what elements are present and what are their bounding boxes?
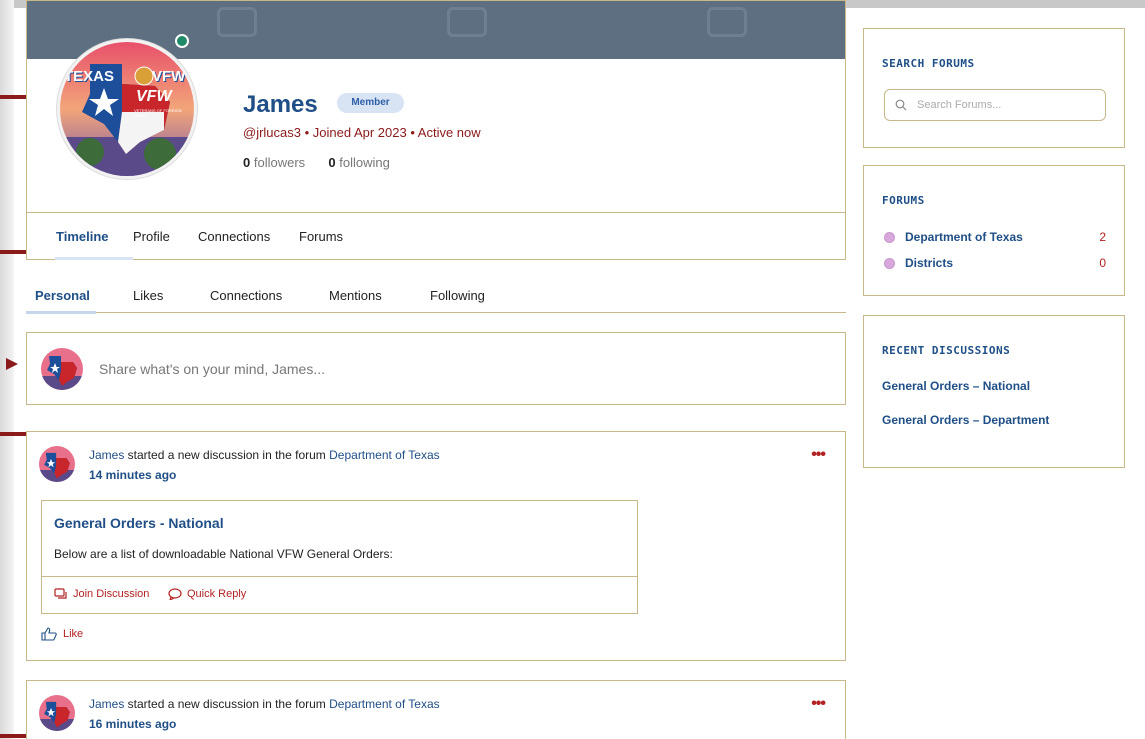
subtab-connections[interactable]: Connections xyxy=(210,288,282,303)
left-edge-marker xyxy=(0,95,28,99)
recent-discussion-link[interactable]: General Orders – Department xyxy=(882,413,1049,427)
forum-icon xyxy=(884,231,895,243)
subtab-mentions[interactable]: Mentions xyxy=(329,288,382,303)
profile-name: James xyxy=(243,91,318,118)
activity-forum-link[interactable]: Department of Texas xyxy=(329,448,440,462)
activity-description: James started a new discussion in the fo… xyxy=(89,697,440,711)
left-edge-marker xyxy=(0,734,28,738)
whats-new-box[interactable]: Share what's on your mind, James... xyxy=(26,332,846,405)
activity-item: James started a new discussion in the fo… xyxy=(26,431,846,661)
avatar-mini-logo xyxy=(41,348,83,390)
profile-header-card: TEXAS VFW VFW VETERANS OF FOREIGN WARS J… xyxy=(26,0,846,260)
avatar-caption-text: VETERANS OF FOREIGN WARS xyxy=(134,108,182,118)
member-badge: Member xyxy=(337,93,404,113)
discussion-divider xyxy=(42,576,637,577)
activity-action-text: started a new discussion in the forum xyxy=(124,448,330,462)
speech-bubble-icon xyxy=(168,588,182,600)
join-discussion-label: Join Discussion xyxy=(73,588,150,600)
search-placeholder: Search Forums... xyxy=(917,99,1002,111)
forum-icon xyxy=(884,257,895,269)
activity-timestamp[interactable]: 14 minutes ago xyxy=(89,468,176,482)
activity-avatar[interactable] xyxy=(39,695,75,731)
profile-stats: 0 followers 0 following xyxy=(243,155,390,170)
quick-reply-button[interactable]: Quick Reply xyxy=(168,588,246,600)
more-options-icon[interactable]: ••• xyxy=(811,446,826,464)
following-count[interactable]: 0 xyxy=(328,155,335,170)
avatar-vfw-top-text: VFW xyxy=(152,68,186,85)
forum-count: 2 xyxy=(1099,230,1106,244)
forum-item[interactable]: Department of Texas 2 xyxy=(884,230,1106,244)
activity-item: James started a new discussion in the fo… xyxy=(26,680,846,739)
recent-discussions-widget: RECENT DISCUSSIONS General Orders – Nati… xyxy=(863,315,1125,468)
like-label: Like xyxy=(63,628,84,640)
profile-avatar[interactable]: TEXAS VFW VFW VETERANS OF FOREIGN WARS xyxy=(57,39,197,179)
left-edge-marker xyxy=(0,432,28,436)
subtab-personal[interactable]: Personal xyxy=(35,288,90,303)
forum-count: 0 xyxy=(1099,256,1106,270)
activity-avatar[interactable] xyxy=(39,446,75,482)
discussion-excerpt: Below are a list of downloadable Nationa… xyxy=(54,547,393,561)
widget-title: SEARCH FORUMS xyxy=(882,57,975,70)
widget-title: RECENT DISCUSSIONS xyxy=(882,344,1011,357)
avatar-vfw-center-text: VFW xyxy=(136,88,172,105)
widget-title: FORUMS xyxy=(882,194,925,207)
thumbs-up-icon xyxy=(41,627,57,641)
forum-name[interactable]: Department of Texas xyxy=(905,230,1023,244)
active-subtab-indicator xyxy=(26,311,96,314)
subtab-likes[interactable]: Likes xyxy=(133,288,163,303)
activity-action-text: started a new discussion in the forum xyxy=(124,697,330,711)
profile-meta-line: @jrlucas3 • Joined Apr 2023 • Active now xyxy=(243,125,481,140)
search-forums-input[interactable]: Search Forums... xyxy=(884,89,1106,121)
subtabs-divider xyxy=(26,312,846,313)
activity-user-link[interactable]: James xyxy=(89,697,124,711)
image-placeholder-icon xyxy=(447,7,487,37)
share-placeholder[interactable]: Share what's on your mind, James... xyxy=(99,361,325,377)
online-status-indicator xyxy=(175,34,189,48)
search-icon xyxy=(895,99,907,111)
subtab-following[interactable]: Following xyxy=(430,288,485,303)
activity-timestamp[interactable]: 16 minutes ago xyxy=(89,717,176,731)
activity-description: James started a new discussion in the fo… xyxy=(89,448,440,462)
profile-tabs-divider xyxy=(27,212,845,213)
avatar-mini-logo xyxy=(39,446,75,482)
join-discussion-button[interactable]: Join Discussion xyxy=(54,588,149,600)
avatar-texas-text: TEXAS xyxy=(64,68,115,85)
left-edge-marker xyxy=(0,250,28,254)
forum-item[interactable]: Districts 0 xyxy=(884,256,1106,270)
discussion-title[interactable]: General Orders - National xyxy=(54,515,224,531)
avatar-mini-logo xyxy=(39,695,75,731)
image-placeholder-icon xyxy=(707,7,747,37)
discussion-icon xyxy=(54,588,67,599)
search-forums-widget: SEARCH FORUMS Search Forums... xyxy=(863,28,1125,148)
activity-forum-link[interactable]: Department of Texas xyxy=(329,697,440,711)
forum-name[interactable]: Districts xyxy=(905,256,953,270)
more-options-icon[interactable]: ••• xyxy=(811,695,826,713)
activity-user-link[interactable]: James xyxy=(89,448,124,462)
tab-profile[interactable]: Profile xyxy=(133,229,170,244)
followers-label[interactable]: followers xyxy=(254,155,305,170)
like-button[interactable]: Like xyxy=(41,627,83,641)
following-label[interactable]: following xyxy=(339,155,390,170)
quick-reply-label: Quick Reply xyxy=(187,588,247,600)
tab-connections[interactable]: Connections xyxy=(198,229,270,244)
left-edge-arrow xyxy=(6,358,18,370)
image-placeholder-icon xyxy=(217,7,257,37)
followers-count[interactable]: 0 xyxy=(243,155,250,170)
recent-discussion-link[interactable]: General Orders – National xyxy=(882,379,1030,393)
discussion-preview: General Orders - National Below are a li… xyxy=(41,500,638,614)
user-avatar-small xyxy=(41,348,83,390)
tab-timeline[interactable]: Timeline xyxy=(56,229,109,244)
forums-widget: FORUMS Department of Texas 2 Districts 0 xyxy=(863,165,1125,296)
tab-forums[interactable]: Forums xyxy=(299,229,343,244)
active-tab-indicator xyxy=(55,257,133,260)
